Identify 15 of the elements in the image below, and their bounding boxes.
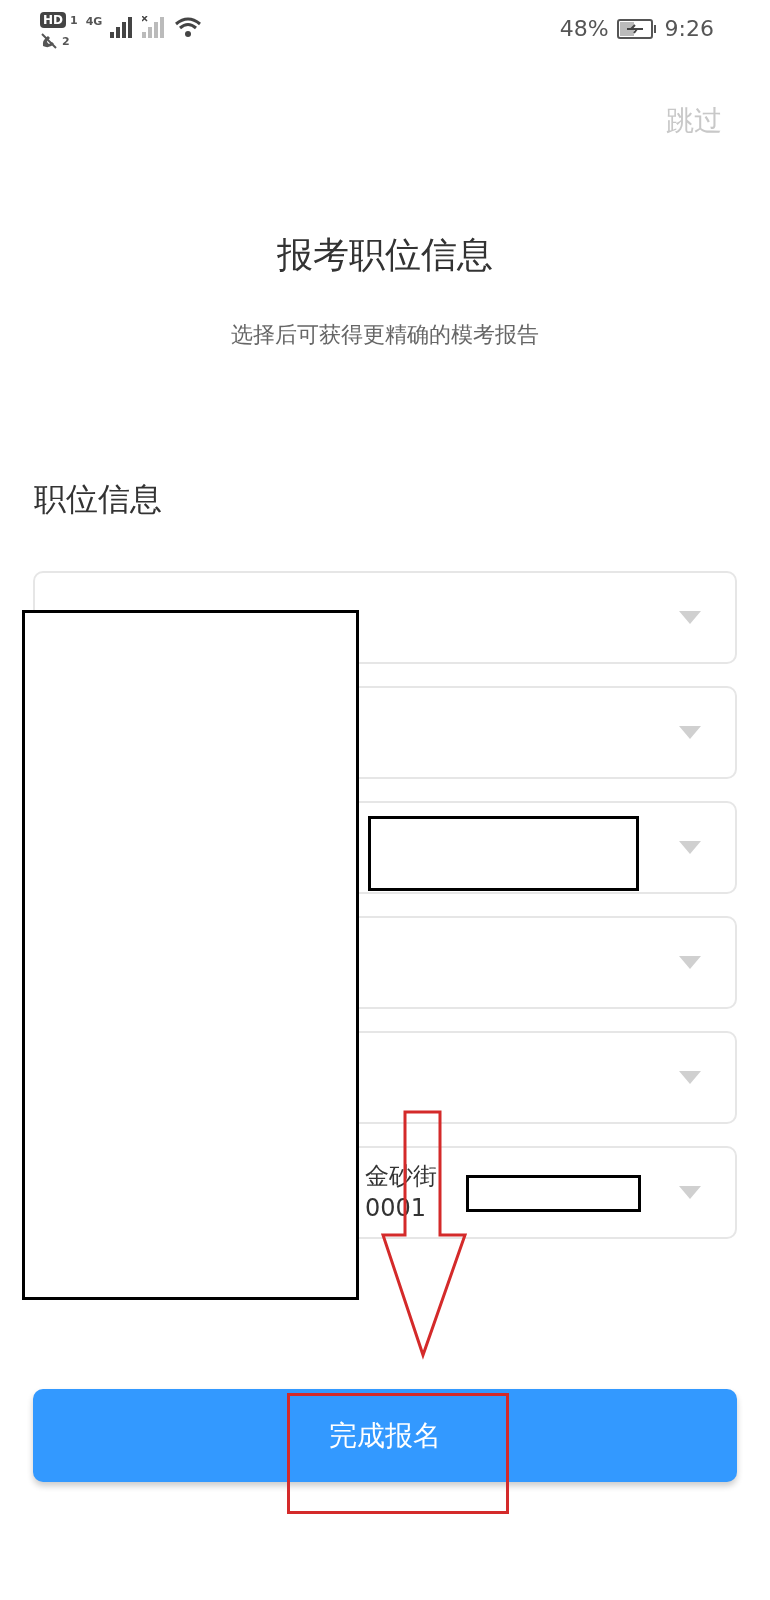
section-heading: 职位信息 xyxy=(34,479,163,520)
hd-badge: HD xyxy=(40,12,66,29)
signal-icon xyxy=(110,16,135,38)
page-subtitle: 选择后可获得更精确的模考报告 xyxy=(231,321,539,349)
no-signal-icon xyxy=(142,16,167,38)
battery-icon xyxy=(616,17,657,40)
sim-number: 1 xyxy=(70,14,78,26)
clock-time: 9:26 xyxy=(664,15,714,43)
network-type: 4G xyxy=(85,16,103,27)
submit-button[interactable]: 完成报名 xyxy=(33,1389,737,1482)
page-title: 报考职位信息 xyxy=(277,233,493,277)
battery-percent: 48% xyxy=(559,15,609,43)
call-off-icon xyxy=(40,32,58,51)
sim-number: 2 xyxy=(62,35,70,47)
wifi-icon xyxy=(174,16,203,38)
